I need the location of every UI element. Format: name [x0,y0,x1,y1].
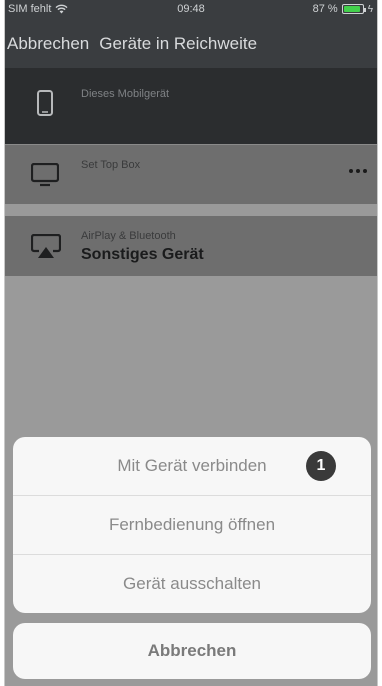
device-row-set-top-box[interactable]: Set Top Box [5,144,377,204]
device-subtitle: Dieses Mobilgerät [81,88,170,100]
action-label: Gerät ausschalten [123,574,261,593]
device-row-mobile[interactable]: Dieses Mobilgerät [5,68,377,144]
device-name: Sonstiges Gerät [81,246,204,263]
device-subtitle: AirPlay & Bluetooth [81,230,176,242]
action-sheet: Mit Gerät verbinden 1 Fernbedienung öffn… [13,437,371,613]
battery-status: 87 % ϟ [313,3,373,15]
airplay-icon [30,233,62,265]
action-label: Mit Gerät verbinden [117,456,267,475]
page-title: Geräte in Reichweite [99,34,258,53]
battery-fill [343,6,360,12]
phone-screen: SIM fehlt 09:48 87 % ϟ Abbrechen Geräte … [4,0,378,686]
battery-percentage: 87 % [312,3,338,15]
navigation-bar: Abbrechen Geräte in Reichweite [5,20,377,68]
smartphone-icon [37,90,53,121]
nav-cancel-button[interactable]: Abbrechen [7,34,89,54]
battery-icon [341,4,366,14]
tv-icon [30,162,60,192]
charging-icon: ϟ [367,3,373,15]
cancel-button[interactable]: Abbrechen [13,623,371,679]
power-off-button[interactable]: Gerät ausschalten [13,555,371,613]
open-remote-button[interactable]: Fernbedienung öffnen [13,496,371,555]
status-bar: SIM fehlt 09:48 87 % ϟ [5,0,377,20]
more-options-icon[interactable] [349,169,367,173]
action-label: Fernbedienung öffnen [108,515,276,534]
step-badge: 1 [306,451,336,481]
connect-device-button[interactable]: Mit Gerät verbinden 1 [13,437,371,496]
section-gap [5,204,377,216]
device-row-airplay[interactable]: AirPlay & Bluetooth Sonstiges Gerät [5,216,377,276]
device-subtitle: Set Top Box [81,159,141,171]
